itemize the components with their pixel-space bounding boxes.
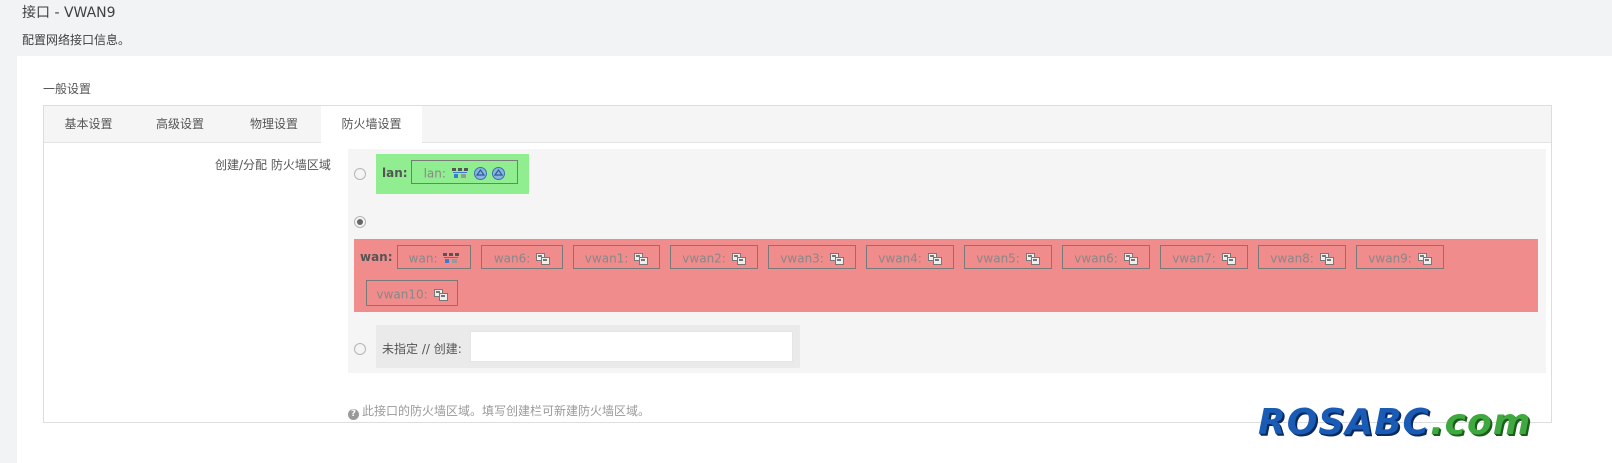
zone-name-lan: lan: [382, 166, 408, 180]
interface-chip-label: vwan5: [976, 251, 1020, 266]
zone-radio-lan[interactable] [354, 168, 366, 180]
interface-chip-vwan10[interactable]: vwan10: [366, 280, 458, 306]
watermark-part1: ROSABC [1258, 402, 1430, 443]
interface-chip-label: vwan3: [780, 251, 824, 266]
create-zone-input[interactable] [470, 331, 793, 362]
tab-advanced-settings[interactable]: 高级设置 [133, 106, 227, 142]
wifi-icon [492, 167, 506, 180]
page-title: 接口 - VWAN9 [22, 5, 116, 21]
zone-radio-wan[interactable] [354, 216, 366, 228]
network-bridge-icon [451, 167, 468, 178]
firewall-zone-field-label: 创建/分配 防火墙区域 [215, 158, 331, 172]
unassigned-create-row: 未指定 // 创建: [376, 325, 800, 368]
ethernet-icon [1319, 252, 1334, 265]
interface-chip-label: vwan7: [1172, 251, 1216, 266]
ethernet-icon [829, 252, 844, 265]
page-description: 配置网络接口信息。 [22, 33, 131, 47]
interface-chip-label: vwan4: [878, 251, 922, 266]
tab-basic-settings[interactable]: 基本设置 [44, 106, 133, 142]
interface-chip-vwan4[interactable]: vwan4: [866, 245, 954, 269]
ethernet-icon [927, 252, 942, 265]
interface-chip-vwan1[interactable]: vwan1: [573, 245, 660, 269]
ethernet-icon [634, 252, 649, 265]
interface-chip-label: vwan6: [1074, 251, 1118, 266]
ethernet-icon [731, 252, 746, 265]
interface-chip-wan6[interactable]: wan6: [481, 245, 563, 269]
ethernet-icon [1417, 252, 1432, 265]
unassigned-create-label: 未指定 // 创建: [382, 342, 462, 356]
help-text: ? 此接口的防火墙区域。填写创建栏可新建防火墙区域。 [348, 402, 650, 420]
interface-chip-label: vwan2: [682, 251, 726, 266]
watermark-part2: .com [1429, 402, 1532, 443]
interface-chip-vwan6[interactable]: vwan6: [1062, 245, 1150, 269]
settings-panel: 基本设置 高级设置 物理设置 防火墙设置 创建/分配 防火墙区域 lan: la… [43, 105, 1552, 423]
interface-chip-label: vwan10: [376, 287, 428, 302]
interface-chip-wan[interactable]: wan: [397, 245, 471, 269]
ethernet-icon [433, 288, 448, 301]
zone-name-wan: wan: [360, 250, 393, 264]
interface-chip-vwan5[interactable]: vwan5: [964, 245, 1052, 269]
interface-chip-label: vwan8: [1270, 251, 1314, 266]
tab-bar: 基本设置 高级设置 物理设置 防火墙设置 [44, 106, 1551, 143]
interface-chip-lan[interactable]: lan: [411, 160, 518, 184]
interface-chip-label: vwan1: [584, 251, 629, 266]
question-icon: ? [348, 409, 359, 420]
ethernet-icon [536, 252, 551, 265]
ethernet-icon [1025, 252, 1040, 265]
ethernet-icon [1221, 252, 1236, 265]
interface-chip-label: lan: [423, 166, 446, 181]
section-title: 一般设置 [43, 82, 92, 96]
zone-wan: wan: wan: wan6: vwan1: vwan2: vwan3: vwa… [354, 239, 1538, 312]
tab-firewall-settings[interactable]: 防火墙设置 [321, 106, 422, 143]
wifi-icon [473, 167, 487, 180]
interface-chip-vwan9[interactable]: vwan9: [1356, 245, 1444, 269]
interface-chip-vwan7[interactable]: vwan7: [1160, 245, 1248, 269]
help-text-content: 此接口的防火墙区域。填写创建栏可新建防火墙区域。 [362, 404, 651, 418]
interface-chip-label: wan: [408, 251, 438, 266]
interface-chip-vwan8[interactable]: vwan8: [1258, 245, 1346, 269]
interface-chip-label: vwan9: [1368, 251, 1412, 266]
zone-radio-unassigned[interactable] [354, 343, 366, 355]
network-bridge-icon [443, 252, 460, 263]
interface-chip-vwan3[interactable]: vwan3: [768, 245, 856, 269]
tab-physical-settings[interactable]: 物理设置 [227, 106, 321, 142]
interface-chip-vwan2[interactable]: vwan2: [670, 245, 758, 269]
watermark-logo: ROSABC.com [1258, 402, 1531, 443]
zone-lan: lan: lan: [376, 154, 529, 194]
interface-chip-label: wan6: [493, 251, 531, 266]
ethernet-icon [1123, 252, 1138, 265]
